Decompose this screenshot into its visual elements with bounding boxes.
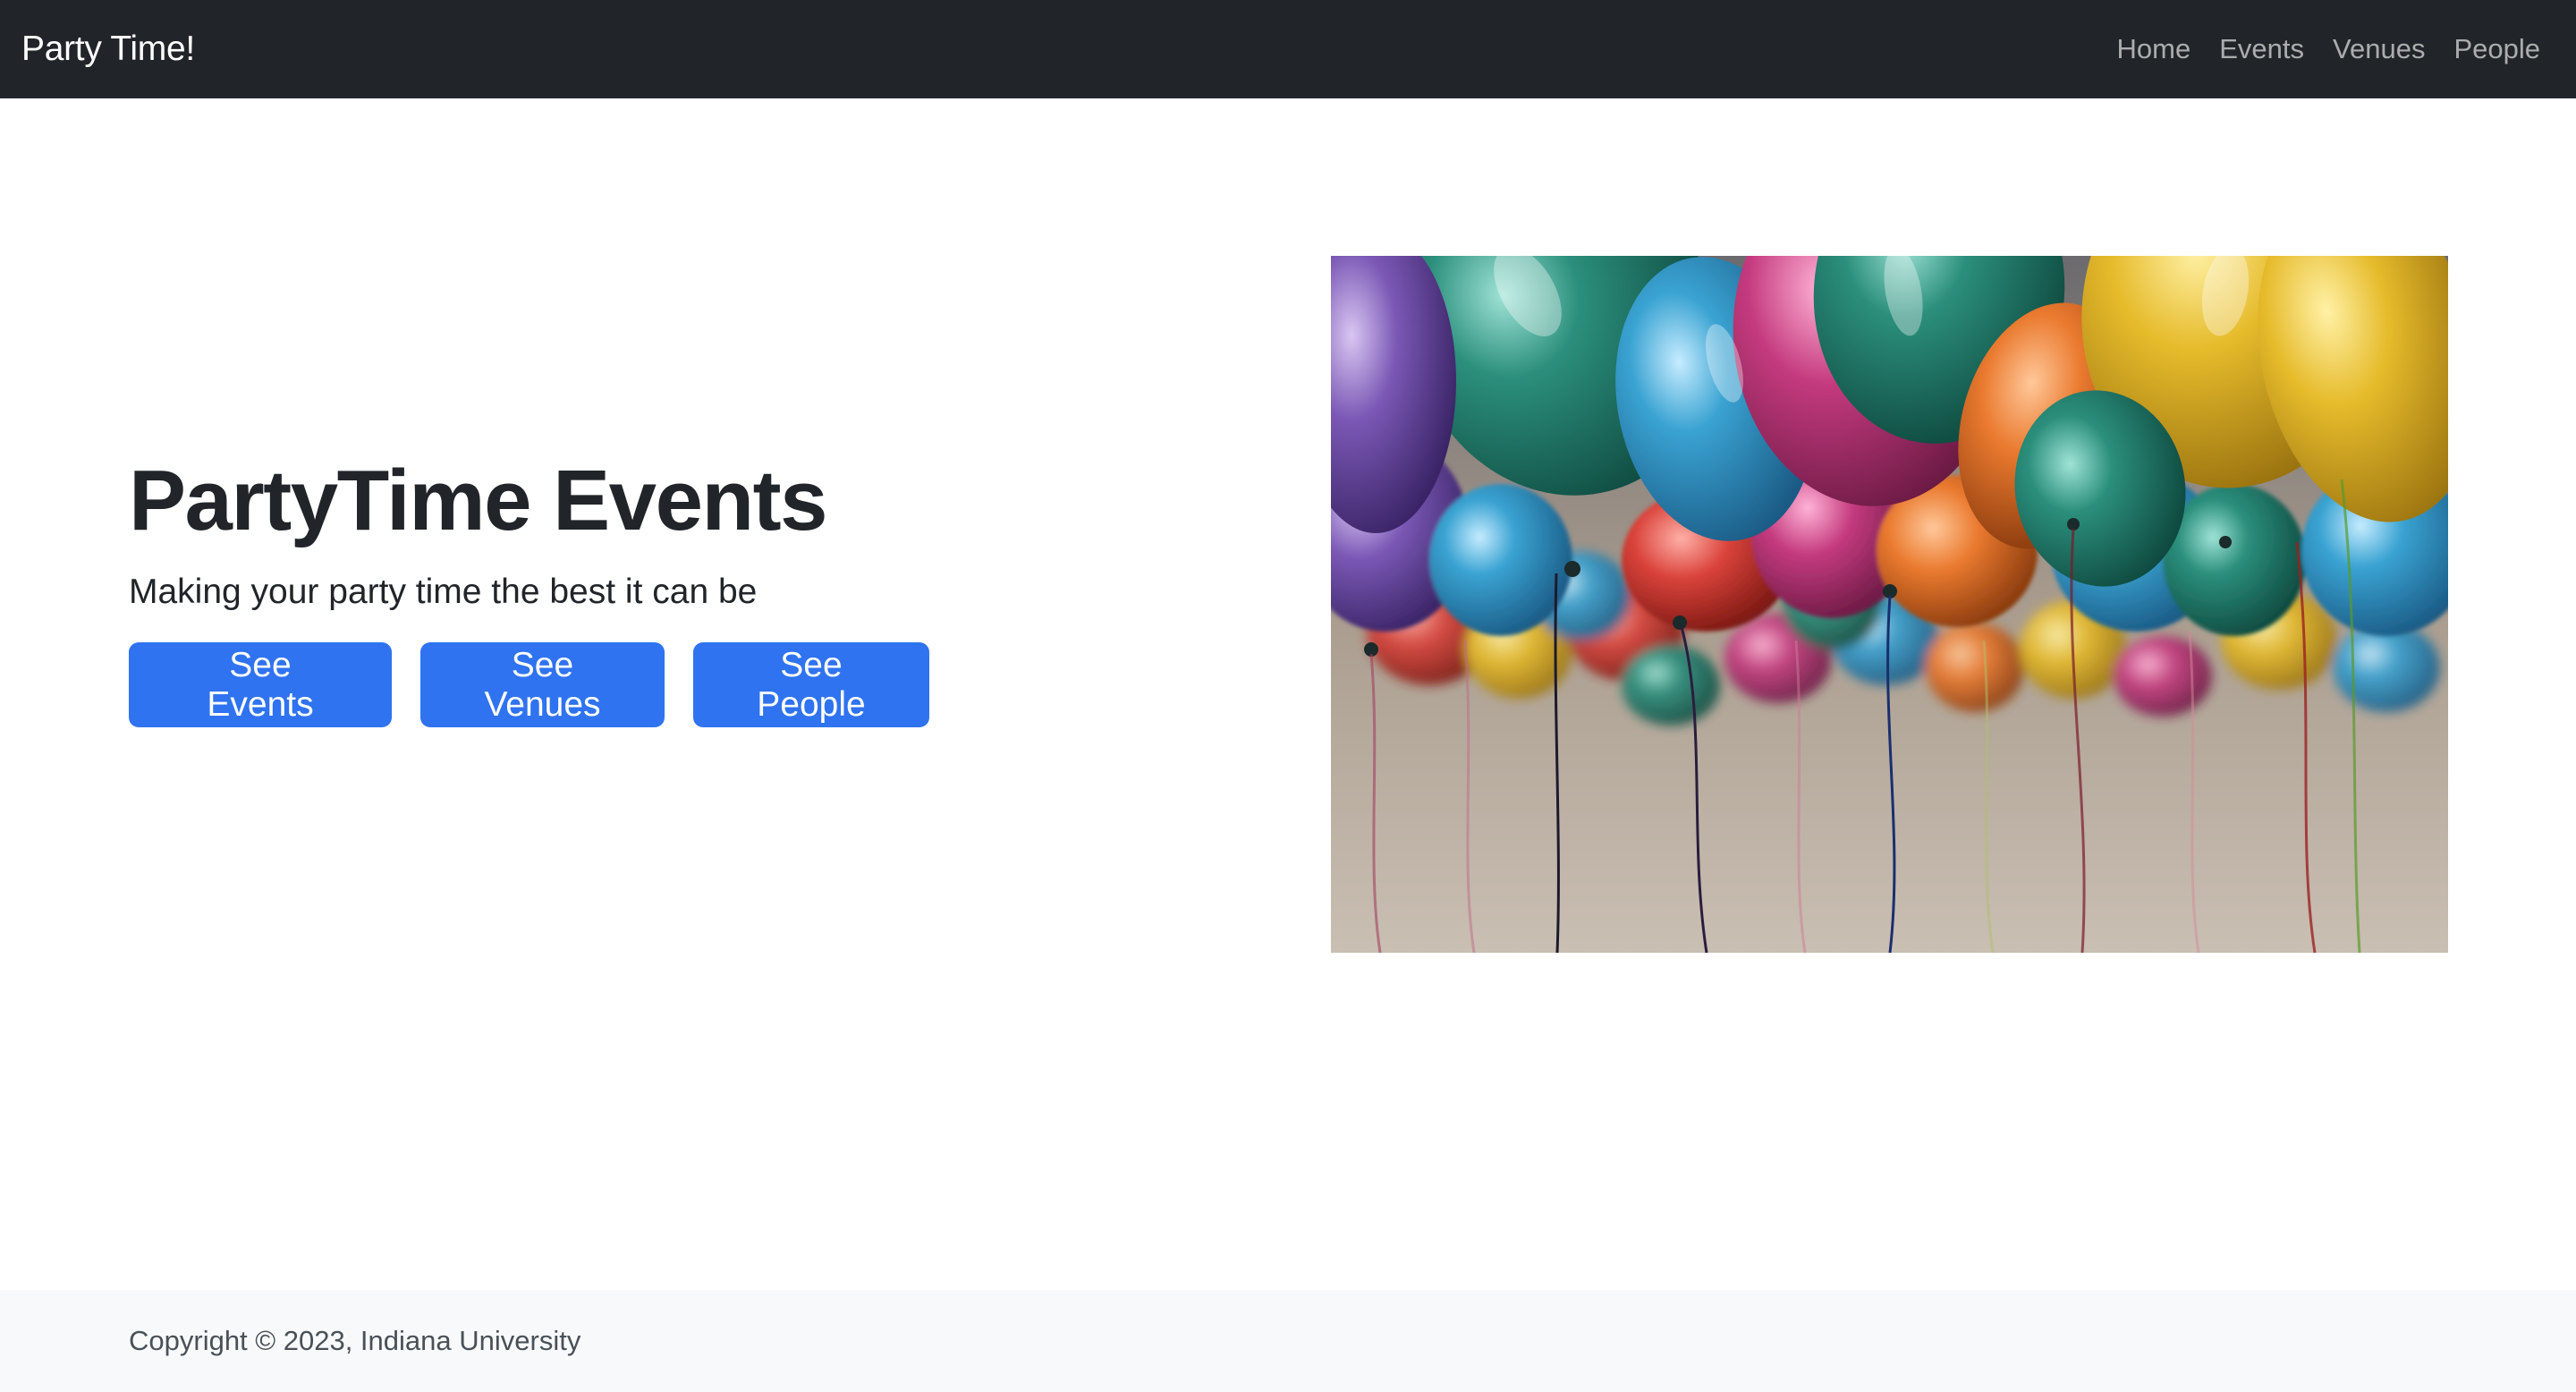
balloons-image	[1331, 256, 2448, 953]
hero-title: PartyTime Events	[129, 453, 827, 548]
see-people-button[interactable]: See People	[693, 642, 929, 728]
copyright-text: Copyright © 2023, Indiana University	[129, 1325, 581, 1356]
nav-links: Home Events Venues People	[2103, 33, 2540, 65]
hero-button-row: See Events See Venues See People	[129, 642, 1202, 728]
nav-link-events[interactable]: Events	[2205, 33, 2318, 65]
see-events-button[interactable]: See Events	[129, 642, 392, 728]
nav-link-people[interactable]: People	[2439, 33, 2540, 65]
brand-link[interactable]: Party Time!	[21, 30, 195, 69]
nav-link-venues[interactable]: Venues	[2318, 33, 2439, 65]
top-navbar: Party Time! Home Events Venues People	[0, 0, 2576, 98]
nav-link-home[interactable]: Home	[2103, 33, 2206, 65]
hero-subtitle: Making your party time the best it can b…	[129, 573, 758, 612]
see-venues-button[interactable]: See Venues	[420, 642, 665, 728]
hero-section: PartyTime Events Making your party time …	[129, 452, 1202, 728]
footer: Copyright © 2023, Indiana University	[0, 1290, 2576, 1392]
